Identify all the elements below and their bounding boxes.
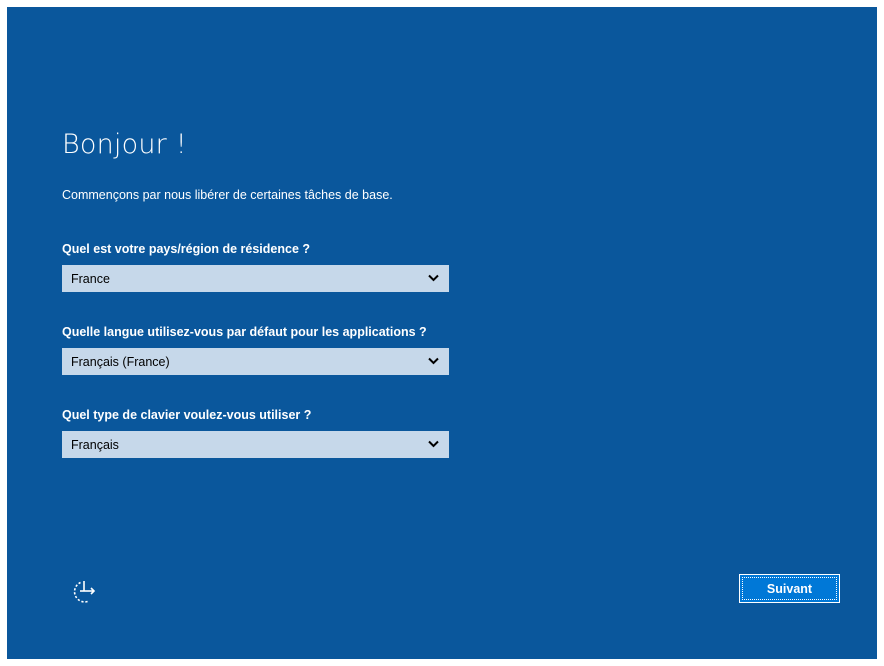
keyboard-dropdown-value: Français xyxy=(71,438,119,452)
setup-screen: Bonjour ! Commençons par nous libérer de… xyxy=(7,7,877,659)
language-dropdown-value: Français (France) xyxy=(71,355,170,369)
country-dropdown[interactable]: France xyxy=(62,265,449,292)
chevron-down-icon xyxy=(428,440,439,448)
page-title: Bonjour ! xyxy=(62,129,187,160)
chevron-down-icon xyxy=(428,357,439,365)
country-dropdown-value: France xyxy=(71,272,110,286)
country-question-label: Quel est votre pays/région de résidence … xyxy=(62,242,311,256)
page-subtitle: Commençons par nous libérer de certaines… xyxy=(62,188,393,202)
language-dropdown[interactable]: Français (France) xyxy=(62,348,449,375)
language-question-label: Quelle langue utilisez-vous par défaut p… xyxy=(62,325,427,339)
next-button[interactable]: Suivant xyxy=(739,574,840,603)
next-button-label: Suivant xyxy=(766,581,813,596)
keyboard-question-label: Quel type de clavier voulez-vous utilise… xyxy=(62,408,312,422)
chevron-down-icon xyxy=(428,274,439,282)
ease-of-access-icon[interactable] xyxy=(69,577,99,607)
keyboard-dropdown[interactable]: Français xyxy=(62,431,449,458)
